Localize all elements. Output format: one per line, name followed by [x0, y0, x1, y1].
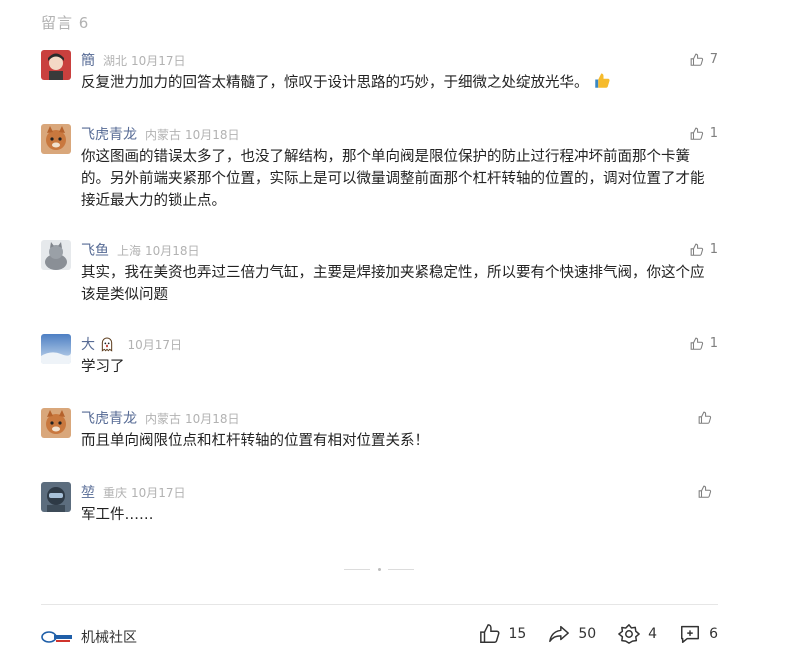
- like-button[interactable]: [698, 482, 718, 502]
- like-count: 1: [709, 242, 718, 257]
- thumbs-up-icon: [698, 411, 712, 424]
- comment-meta: 堃重庆 10月17日: [81, 482, 190, 502]
- comment-button[interactable]: 6: [679, 623, 718, 645]
- comment-text: 军工件……: [81, 507, 154, 523]
- comment-item: 飞虎青龙 内蒙古 10月18日 而且单向阀限位点和杠杆转轴的位置有相对位置关系！: [41, 408, 718, 458]
- comment-author[interactable]: 飞鱼: [81, 243, 109, 259]
- like-count: 7: [709, 52, 718, 67]
- comment-author[interactable]: 堃: [81, 485, 95, 501]
- comment-location: 湖北: [103, 54, 128, 68]
- thumbs-up-icon: [690, 127, 703, 140]
- end-of-list-divider: [344, 567, 414, 571]
- comments-header: 留言 6: [41, 14, 90, 32]
- comment-location: 内蒙古: [145, 128, 182, 142]
- thumbs-up-icon: [690, 53, 703, 66]
- like-article-button[interactable]: 15: [479, 623, 527, 645]
- author-name: 大: [81, 337, 95, 353]
- comment-author[interactable]: 飞虎青龙: [81, 411, 137, 427]
- avatar[interactable]: [41, 240, 71, 270]
- comment-location: 内蒙古: [145, 412, 182, 426]
- comment-author[interactable]: 大: [81, 337, 115, 353]
- recommend-button[interactable]: 4: [618, 623, 657, 645]
- comment-item: 大 10月17日 1 学习了: [41, 334, 718, 384]
- thumbs-up-icon: [479, 624, 500, 643]
- thumbs-up-icon: [690, 337, 703, 350]
- comment-plus-icon: [681, 625, 700, 643]
- comment-item: 簡湖北 10月17日 7 反复泄力加力的回答太精髓了，惊叹于设计思路的巧妙，于细微…: [41, 50, 718, 100]
- comment-date: 10月18日: [185, 412, 240, 426]
- like-count: 15: [508, 626, 527, 642]
- comment-item: 飞虎青龙 内蒙古 10月18日 1 你这图画的错误太多了，也没了解结构，那个单向阀是…: [41, 124, 718, 214]
- comment-text: 反复泄力加力的回答太精髓了，惊叹于设计思路的巧妙，于细微之处绽放光华。: [81, 72, 716, 97]
- comment-item: 飞鱼 上海 10月18日 1 其实，我在美资也弄过三倍力气缸，主要是焊接加夹紧稳定性…: [41, 240, 718, 310]
- brand-logo-icon: [41, 631, 72, 643]
- comment-date: 10月17日: [131, 54, 186, 68]
- like-button[interactable]: 1: [690, 334, 718, 354]
- comment-date: 10月18日: [145, 244, 200, 258]
- action-bar: 15 50 4 6: [479, 623, 718, 645]
- account-link[interactable]: 机械社区: [41, 627, 137, 647]
- comment-meta: 飞虎青龙 内蒙古 10月18日: [81, 124, 244, 144]
- like-count: 1: [709, 126, 718, 141]
- comment-text: 其实，我在美资也弄过三倍力气缸，主要是焊接加夹紧稳定性，所以要有个快速排气阀，你…: [81, 265, 705, 303]
- share-count: 50: [578, 626, 597, 642]
- like-button[interactable]: 1: [690, 240, 718, 260]
- avatar[interactable]: [41, 334, 71, 364]
- avatar[interactable]: [41, 50, 71, 80]
- divider-line: [388, 568, 414, 570]
- comment-meta: 大 10月17日: [81, 334, 186, 354]
- comment-location: 重庆: [103, 486, 128, 500]
- thumbs-up-icon: [698, 485, 712, 498]
- avatar[interactable]: [41, 482, 71, 512]
- bottom-toolbar: 机械社区 15 50 4 6: [41, 620, 718, 654]
- comment-item: 堃重庆 10月17日 军工件……: [41, 482, 718, 532]
- avatar[interactable]: [41, 124, 71, 154]
- divider-line: [344, 568, 370, 570]
- comment-text: 学习了: [81, 359, 125, 375]
- recommend-icon: [618, 624, 640, 644]
- comment-text-content: 反复泄力加力的回答太精髓了，惊叹于设计思路的巧妙，于细微之处绽放光华。: [81, 75, 589, 91]
- footer-separator: [41, 604, 718, 605]
- thumbs-up-icon: [690, 243, 703, 256]
- comment-text: 而且单向阀限位点和杠杆转轴的位置有相对位置关系！: [81, 433, 429, 449]
- comment-location: 上海: [117, 244, 142, 258]
- comment-meta: 飞虎青龙 内蒙古 10月18日: [81, 408, 244, 428]
- like-button[interactable]: 1: [690, 124, 718, 144]
- like-button[interactable]: [698, 408, 718, 428]
- like-count: 1: [709, 336, 718, 351]
- ghost-emoji-icon: [99, 336, 115, 358]
- share-icon: [549, 625, 570, 643]
- comment-meta: 簡湖北 10月17日: [81, 50, 190, 70]
- comment-date: 10月17日: [127, 338, 182, 352]
- thumbs-up-emoji-icon: [593, 72, 611, 97]
- like-button[interactable]: 7: [690, 50, 718, 70]
- share-button[interactable]: 50: [548, 623, 596, 645]
- comment-text: 你这图画的错误太多了，也没了解结构，那个单向阀是限位保护的防止过行程冲坏前面那个…: [81, 149, 705, 209]
- comment-author[interactable]: 飞虎青龙: [81, 127, 137, 143]
- comment-author[interactable]: 簡: [81, 53, 95, 69]
- comment-date: 10月18日: [185, 128, 240, 142]
- account-name: 机械社区: [81, 630, 137, 646]
- comment-count: 6: [709, 626, 718, 642]
- comment-meta: 飞鱼 上海 10月18日: [81, 240, 204, 260]
- avatar[interactable]: [41, 408, 71, 438]
- divider-dot: [377, 567, 381, 571]
- recommend-count: 4: [648, 626, 658, 642]
- comment-date: 10月17日: [131, 486, 186, 500]
